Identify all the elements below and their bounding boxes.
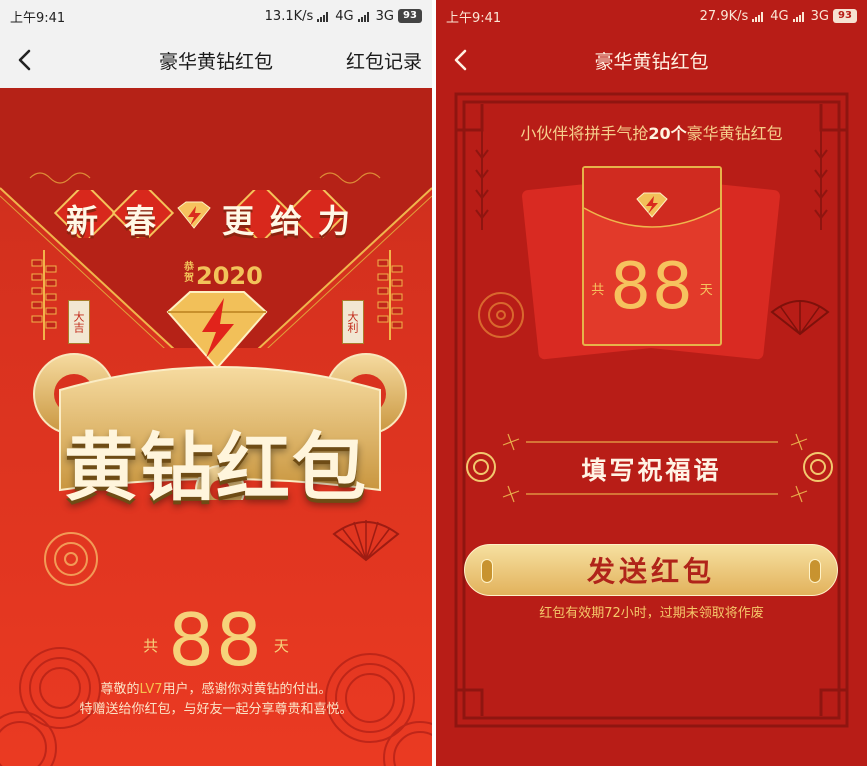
days-unit: 天 (699, 283, 713, 298)
banner-char-1: 新 (66, 202, 99, 240)
send-button-label: 发送红包 (586, 555, 715, 588)
firecracker-icon (377, 250, 403, 340)
status-time: 上午9:41 (446, 10, 502, 26)
days-display: 共 88 天 (0, 598, 432, 682)
fan-icon (770, 300, 830, 336)
flower-icon (478, 292, 524, 338)
fan-icon (332, 520, 400, 562)
expiry-note: 红包有效期72小时，过期未领取将作废 (539, 606, 764, 621)
network-3g: 3G (375, 8, 394, 24)
banner-char-2: 春 (124, 202, 157, 240)
net-speed: 27.9K/s (699, 8, 749, 24)
tag-dali: 大利 (342, 300, 364, 344)
network-3g: 3G (810, 8, 829, 24)
signal-icon (752, 11, 764, 22)
page-title: 豪华黄钻红包 (594, 50, 709, 73)
days-prefix: 共 (143, 637, 159, 655)
tag-daji: 大吉 (68, 300, 90, 344)
greeting-line-1: 尊敬的LV7用户，感谢你对黄钻的付出。 (100, 682, 332, 697)
red-packet-record-link[interactable]: 红包记录 (346, 47, 422, 74)
status-bar: 上午9:41 13.1K/s 4G 3G 93 (0, 0, 432, 32)
net-speed: 13.1K/s (264, 8, 314, 24)
signal-icon (317, 11, 329, 22)
flower-icon (44, 532, 98, 586)
banner-char-4: 给 (270, 202, 303, 240)
send-red-packet-button[interactable]: 发送红包 (464, 544, 838, 596)
headline: 小伙伴将拼手气抢20个豪华黄钻红包 (520, 124, 783, 143)
year-label: 恭贺2020 (184, 262, 263, 290)
button-knob-right (809, 559, 821, 583)
nav-bar: 豪华黄钻红包 (436, 32, 867, 88)
signal-icon (357, 11, 369, 22)
left-screen: 上午9:41 13.1K/s 4G 3G 93 豪华黄钻红包 红包记录 新 春 … (0, 0, 432, 766)
status-bar: 上午9:41 27.9K/s 4G 3G 93 (436, 0, 867, 32)
battery-icon: 93 (398, 9, 422, 23)
blessing-input[interactable]: 填写祝福语 (436, 451, 867, 487)
days-display: 共 88 天 (582, 250, 722, 324)
network-4g: 4G (335, 8, 354, 24)
packet-count: 20个 (648, 124, 687, 143)
nav-bar: 豪华黄钻红包 红包记录 (0, 32, 432, 88)
network-4g: 4G (770, 8, 789, 24)
firecracker-icon (31, 250, 57, 340)
banner-char-5: 力 (318, 202, 351, 240)
days-prefix: 共 (591, 283, 605, 298)
days-unit: 天 (273, 637, 289, 655)
button-knob-left (481, 559, 493, 583)
seal-title: 黄钻红包 (64, 425, 368, 511)
battery-icon: 93 (833, 9, 857, 23)
year-prefix: 恭贺 (184, 262, 194, 284)
days-value: 88 (168, 598, 264, 682)
signal-icon (792, 11, 804, 22)
year-number: 2020 (196, 262, 263, 290)
days-value: 88 (610, 250, 694, 324)
diamond-lightning-icon (177, 201, 211, 229)
diamond-lightning-icon (636, 192, 668, 218)
greeting-line-2: 特赠送给你红包，与好友一起分享尊贵和喜悦。 (79, 702, 353, 717)
status-time: 上午9:41 (10, 10, 66, 26)
right-screen: 上午9:41 27.9K/s 4G 3G 93 豪华黄钻红包 小伙伴将拼手气抢2… (436, 0, 867, 766)
banner-char-3: 更 (222, 202, 255, 240)
user-level: LV7 (139, 682, 163, 697)
